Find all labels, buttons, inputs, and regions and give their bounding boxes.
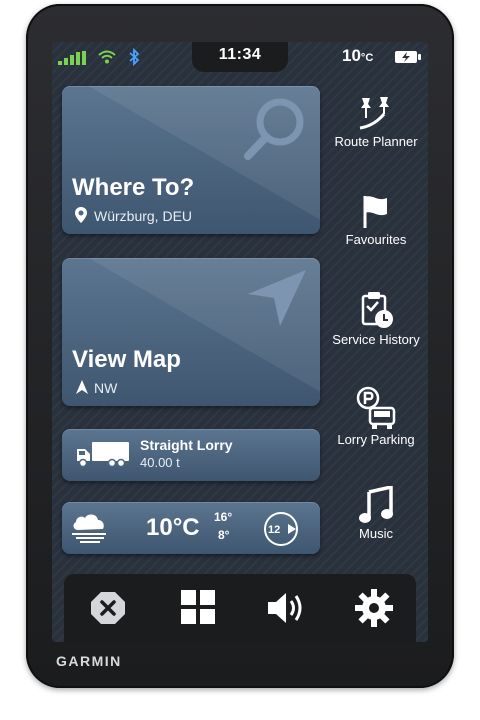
- screen: 11:34 10°C Where To? Würzburg, DEU View …: [52, 42, 428, 642]
- status-temperature-value: 10: [342, 46, 361, 65]
- wind-icon: 12: [264, 512, 298, 546]
- signal-icon: [58, 51, 86, 65]
- status-temperature-unit: °C: [360, 52, 374, 64]
- weather-temperature: 10°C: [146, 514, 200, 541]
- heading-direction: NW: [94, 380, 118, 396]
- cloud-fog-icon: [72, 514, 106, 543]
- close-button[interactable]: [86, 588, 130, 628]
- weather-tile[interactable]: 10°C 16° 8° 12: [62, 502, 320, 554]
- truck-icon: [77, 442, 129, 468]
- sidebar-item-label: Favourites: [345, 232, 407, 247]
- sidebar-item-favourites[interactable]: Favourites: [324, 194, 428, 247]
- bottom-bar: [64, 574, 416, 642]
- wind-speed: 12: [268, 524, 280, 536]
- view-map-title: View Map: [72, 346, 181, 373]
- weather-low: 8°: [218, 528, 230, 542]
- brand-logo: GARMIN: [56, 653, 122, 669]
- where-to-title: Where To?: [72, 174, 195, 201]
- wifi-icon: [98, 50, 116, 64]
- sidebar-item-lorry-parking[interactable]: Lorry Parking: [324, 386, 428, 447]
- heading-arrow-icon: [76, 380, 88, 394]
- settings-button[interactable]: [352, 588, 396, 628]
- navigation-arrow-icon: [248, 270, 306, 326]
- close-icon: [91, 592, 125, 624]
- vehicle-weight: 40.00 t: [140, 455, 180, 470]
- flag-icon: [363, 196, 387, 228]
- status-temperature: 10°C: [342, 46, 373, 66]
- search-icon: [244, 98, 304, 160]
- route-planner-icon: [359, 97, 389, 130]
- weather-high: 16°: [214, 510, 233, 524]
- sidebar-item-route-planner[interactable]: Route Planner: [324, 96, 428, 149]
- where-to-tile[interactable]: Where To? Würzburg, DEU: [62, 86, 320, 234]
- music-note-icon: [359, 486, 393, 523]
- sidebar-item-label: Music: [359, 526, 393, 541]
- volume-button[interactable]: [264, 588, 308, 628]
- vehicle-name: Straight Lorry: [140, 437, 233, 453]
- battery-charging-icon: [395, 51, 421, 63]
- gear-icon: [355, 589, 393, 627]
- current-location: Würzburg, DEU: [94, 208, 193, 224]
- bluetooth-icon: [129, 48, 140, 66]
- sidebar-item-label: Route Planner: [334, 134, 418, 149]
- clock: 11:34: [218, 46, 262, 63]
- sidebar-item-service-history[interactable]: Service History: [324, 290, 428, 347]
- sidebar-item-music[interactable]: Music: [324, 486, 428, 541]
- volume-icon: [268, 593, 302, 623]
- view-map-tile[interactable]: View Map NW: [62, 258, 320, 406]
- lorry-parking-icon: [356, 386, 396, 429]
- sidebar-item-label: Lorry Parking: [337, 432, 415, 447]
- vehicle-profile-tile[interactable]: Straight Lorry 40.00 t: [62, 429, 320, 481]
- apps-grid-icon: [181, 590, 215, 624]
- location-pin-icon: [75, 207, 87, 223]
- sidebar-item-label: Service History: [332, 332, 420, 347]
- apps-button[interactable]: [176, 588, 220, 628]
- service-history-icon: [361, 292, 393, 328]
